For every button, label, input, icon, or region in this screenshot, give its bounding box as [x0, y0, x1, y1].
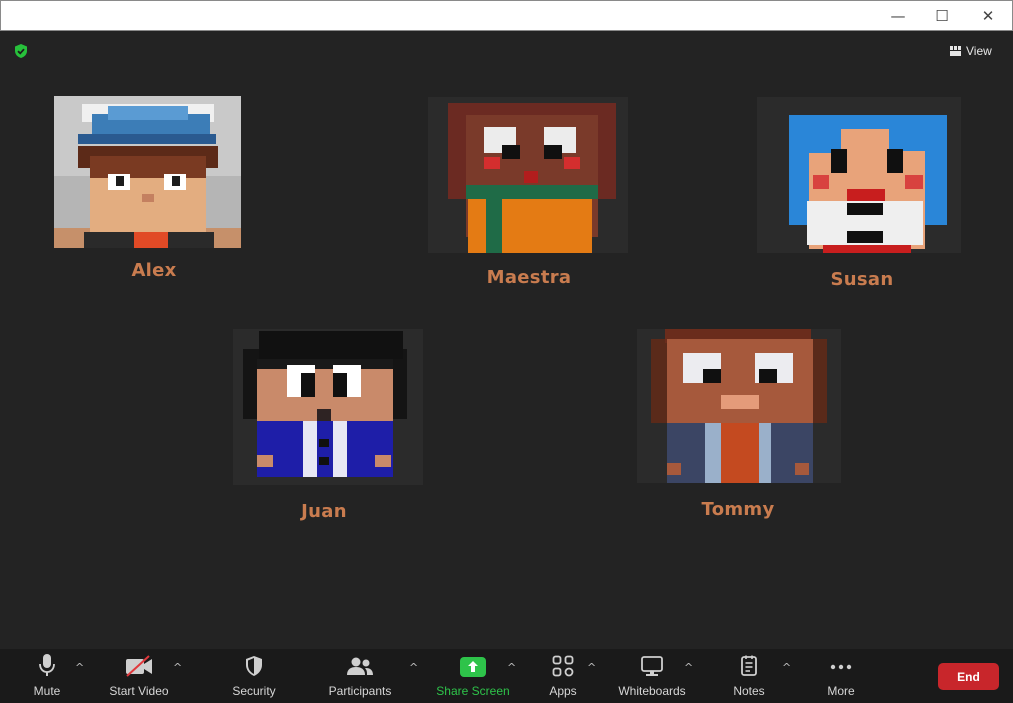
participant-tile-susan[interactable]: Susan — [757, 97, 961, 293]
notes-label: Notes — [733, 684, 765, 698]
more-button[interactable]: More — [820, 649, 862, 703]
participant-avatar — [54, 96, 241, 248]
notes-options-caret[interactable]: ^ — [782, 661, 791, 674]
participant-name: Alex — [131, 260, 177, 281]
participant-name: Juan — [301, 501, 347, 522]
close-icon: ✕ — [981, 7, 995, 25]
video-off-icon — [126, 655, 152, 677]
title-bar: — ☐ ✕ — [0, 0, 1013, 31]
more-icon — [830, 664, 852, 670]
view-label: View — [966, 44, 992, 58]
meeting-toolbar: Mute ^ Start Video ^ Security Participan… — [0, 649, 1013, 703]
share-options-caret[interactable]: ^ — [507, 661, 516, 674]
view-button[interactable]: View — [950, 42, 992, 60]
notes-icon — [741, 655, 757, 676]
notes-button[interactable]: Notes — [728, 649, 770, 703]
apps-icon — [552, 655, 574, 677]
security-button[interactable]: Security — [226, 649, 282, 703]
mute-options-caret[interactable]: ^ — [75, 661, 84, 674]
close-window-button[interactable]: ✕ — [965, 1, 1011, 31]
participants-button[interactable]: Participants — [324, 649, 396, 703]
video-options-caret[interactable]: ^ — [173, 661, 182, 674]
participant-name: Tommy — [701, 499, 775, 520]
start-video-button[interactable]: Start Video — [104, 649, 174, 703]
participant-tile-juan[interactable]: Juan — [233, 329, 423, 525]
whiteboard-icon — [641, 656, 663, 676]
whiteboards-button[interactable]: Whiteboards — [614, 649, 690, 703]
whiteboards-options-caret[interactable]: ^ — [684, 661, 693, 674]
participant-tile-alex[interactable]: Alex — [54, 96, 241, 286]
participant-avatar — [757, 97, 961, 253]
shield-check-icon[interactable] — [13, 43, 29, 59]
meeting-window: — ☐ ✕ View Alex Maestra Susan Juan Tommy… — [0, 0, 1013, 703]
apps-label: Apps — [549, 684, 577, 698]
whiteboards-label: Whiteboards — [618, 684, 686, 698]
maximize-icon: ☐ — [935, 7, 949, 25]
minimize-button[interactable]: — — [875, 1, 921, 31]
people-icon — [347, 657, 373, 675]
maximize-button[interactable]: ☐ — [919, 1, 965, 31]
mute-label: Mute — [33, 684, 61, 698]
participants-label: Participants — [328, 684, 392, 698]
more-label: More — [827, 684, 855, 698]
participant-name: Maestra — [486, 267, 572, 288]
participant-name: Susan — [830, 269, 894, 290]
participant-avatar — [637, 329, 841, 483]
participants-options-caret[interactable]: ^ — [409, 661, 418, 674]
end-meeting-button[interactable]: End — [938, 663, 999, 690]
share-screen-icon — [460, 657, 486, 677]
apps-options-caret[interactable]: ^ — [587, 661, 596, 674]
mute-button[interactable]: Mute — [22, 649, 72, 703]
start-video-label: Start Video — [109, 684, 169, 698]
participant-avatar — [233, 329, 423, 485]
share-screen-label: Share Screen — [436, 684, 510, 698]
participant-tile-tommy[interactable]: Tommy — [637, 329, 841, 525]
security-label: Security — [232, 684, 276, 698]
grid-view-icon — [950, 46, 961, 56]
share-screen-button[interactable]: Share Screen — [434, 649, 512, 703]
participant-avatar — [428, 97, 628, 253]
microphone-icon — [39, 654, 55, 676]
apps-button[interactable]: Apps — [542, 649, 584, 703]
shield-icon — [246, 656, 262, 676]
minimize-icon: — — [890, 7, 906, 25]
participant-tile-maestra[interactable]: Maestra — [428, 97, 628, 293]
